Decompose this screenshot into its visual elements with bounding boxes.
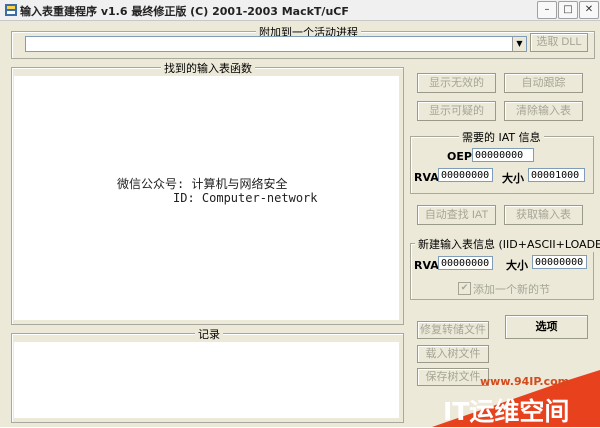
close-button[interactable]: ✕: [579, 1, 599, 19]
process-dropdown[interactable]: ▼: [25, 36, 527, 52]
new-rva-label: RVA: [414, 259, 439, 272]
log-legend: 记录: [195, 326, 223, 342]
iat-size-label: 大小: [502, 172, 524, 185]
options-button[interactable]: 选项: [505, 315, 588, 339]
new-size-field[interactable]: 00000000: [532, 255, 587, 269]
load-tree-button[interactable]: 载入树文件: [417, 345, 489, 363]
minimize-button[interactable]: –: [537, 1, 557, 19]
maximize-icon: □: [563, 4, 573, 15]
checkmark-icon: ✔: [460, 283, 469, 293]
iat-info-legend: 需要的 IAT 信息: [459, 129, 544, 145]
imports-text-line-2: ID: Computer-network: [173, 191, 318, 205]
add-section-label: 添加一个新的节: [473, 283, 550, 296]
watermark-brand: IT运维空间: [443, 397, 570, 426]
add-section-checkbox[interactable]: ✔: [458, 282, 471, 295]
chevron-down-icon[interactable]: ▼: [512, 37, 526, 51]
iat-rva-field[interactable]: 00000000: [438, 168, 493, 182]
show-invalid-button[interactable]: 显示无效的: [417, 73, 496, 93]
app-icon: [5, 4, 17, 16]
window-title: 输入表重建程序 v1.6 最终修正版 (C) 2001-2003 MackT/u…: [20, 5, 349, 18]
title-bar[interactable]: 输入表重建程序 v1.6 最终修正版 (C) 2001-2003 MackT/u…: [0, 0, 600, 21]
imports-found-legend: 找到的输入表函数: [161, 60, 255, 76]
imports-text-line-1: 微信公众号: 计算机与网络安全: [117, 177, 288, 191]
log-area[interactable]: [14, 342, 399, 418]
new-rva-field[interactable]: 00000000: [438, 256, 493, 270]
close-icon: ✕: [584, 4, 594, 15]
iat-rva-label: RVA: [414, 171, 439, 184]
importrec-window: 输入表重建程序 v1.6 最终修正版 (C) 2001-2003 MackT/u…: [0, 0, 600, 427]
watermark-url: www.94IP.com: [480, 375, 570, 388]
show-suspect-button[interactable]: 显示可疑的: [417, 101, 496, 121]
oep-field[interactable]: 00000000: [472, 148, 534, 162]
select-dll-button[interactable]: 选取 DLL: [530, 33, 588, 52]
iat-size-field[interactable]: 00001000: [528, 168, 585, 182]
oep-label: OEP: [447, 150, 472, 163]
clear-imports-button[interactable]: 清除输入表: [504, 101, 583, 121]
minimize-icon: –: [544, 4, 550, 15]
new-size-label: 大小: [506, 259, 528, 272]
fix-dump-button[interactable]: 修复转储文件: [417, 321, 489, 339]
iat-autosearch-button[interactable]: 自动查找 IAT: [417, 205, 496, 225]
new-import-legend: 新建输入表信息 (IID+ASCII+LOADER): [415, 236, 600, 252]
get-imports-button[interactable]: 获取输入表: [504, 205, 583, 225]
maximize-button[interactable]: □: [558, 1, 578, 19]
auto-trace-button[interactable]: 自动跟踪: [504, 73, 583, 93]
